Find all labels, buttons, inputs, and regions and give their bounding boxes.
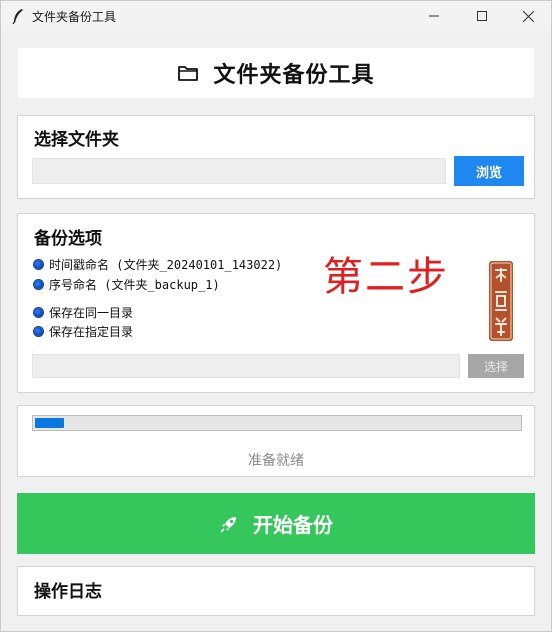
minimize-button[interactable] [411,1,457,31]
start-backup-label: 开始备份 [253,513,333,537]
section-title-log: 操作日志 [34,582,102,602]
minimize-icon [429,15,439,17]
browse-button[interactable]: 浏览 [454,156,524,186]
maximize-button[interactable] [459,1,505,31]
radio-same-directory[interactable]: 保存在同一目录 [34,304,133,321]
log-panel: 操作日志 [17,566,535,616]
close-icon [522,10,534,22]
close-button[interactable] [505,1,551,31]
target-directory-input[interactable] [32,354,460,378]
folder-select-panel: 选择文件夹 浏览 [17,115,535,199]
progress-panel: 准备就绪 [17,405,535,477]
feather-icon [12,9,23,24]
title-bar[interactable]: 文件夹备份工具 [1,1,551,31]
status-text: 准备就绪 [248,453,304,469]
radio-label: 保存在同一目录 [49,306,134,320]
radio-label: 序号命名 (文件夹_backup_1) [49,278,220,292]
page-title: 文件夹备份工具 [213,62,375,88]
radio-label: 时间戳命名 (文件夹_20240101_143022) [49,258,283,272]
start-backup-button[interactable]: 开始备份 [17,493,535,554]
radio-indicator [34,327,43,336]
radio-indicator [34,260,43,269]
seal-stamp-icon [489,261,513,341]
radio-indicator [34,280,43,289]
app-window: 文件夹备份工具 文件夹备份工具 选择文件夹 浏览 备份选项 时间戳命名 (文件夹… [0,0,552,632]
step-annotation: 第二步 [323,254,449,300]
maximize-icon [477,11,487,21]
window-title: 文件夹备份工具 [32,10,117,24]
rocket-icon [220,516,236,533]
radio-timestamp-naming[interactable]: 时间戳命名 (文件夹_20240101_143022) [34,256,282,273]
radio-specified-directory[interactable]: 保存在指定目录 [34,323,133,340]
section-title-folder: 选择文件夹 [34,130,119,150]
folder-path-input[interactable] [32,158,446,184]
backup-options-panel: 备份选项 时间戳命名 (文件夹_20240101_143022) 序号命名 (文… [17,213,535,393]
radio-sequence-naming[interactable]: 序号命名 (文件夹_backup_1) [34,276,220,293]
header-panel: 文件夹备份工具 [17,47,535,99]
folder-icon [178,66,199,81]
progress-fill [35,418,64,428]
progress-bar [32,415,522,431]
section-title-options: 备份选项 [34,229,102,249]
radio-label: 保存在指定目录 [49,325,134,339]
radio-indicator [34,308,43,317]
select-directory-button[interactable]: 选择 [468,354,524,378]
